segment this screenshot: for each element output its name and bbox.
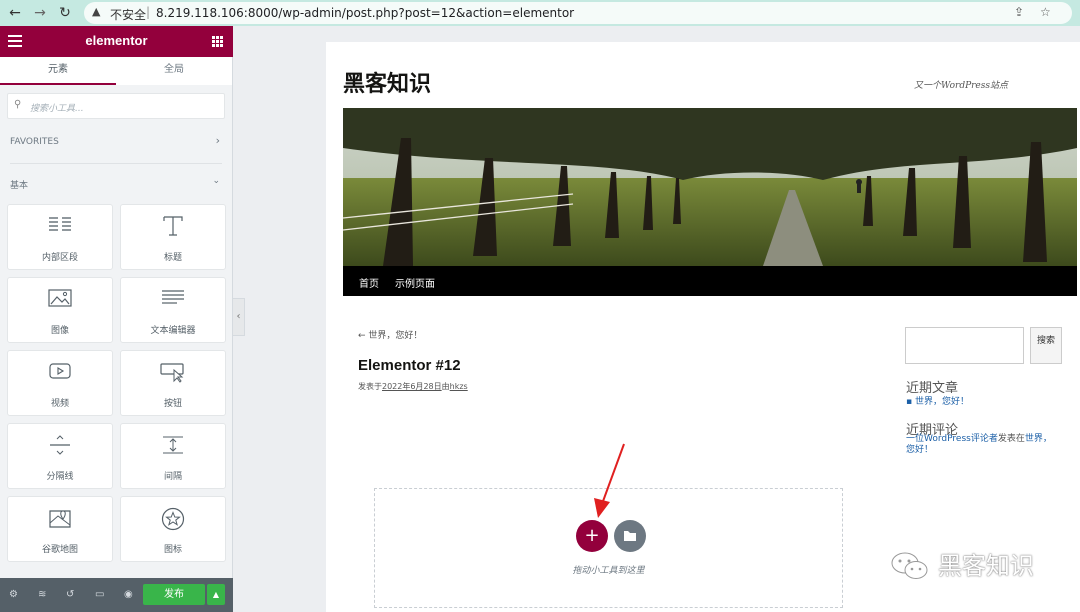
bookmark-star-icon[interactable]: ☆	[1040, 5, 1051, 19]
widget-heading[interactable]: 标题	[120, 204, 226, 270]
annotation-arrow-icon	[594, 443, 625, 518]
panel-tabs: 元素 全局	[0, 57, 233, 85]
comment-post-link-cont[interactable]: 您好！	[906, 445, 933, 455]
widget-text-editor[interactable]: 文本编辑器	[120, 277, 226, 343]
basic-section-label[interactable]: 基本	[10, 178, 28, 191]
divider	[10, 163, 222, 164]
apps-grid-icon[interactable]	[212, 36, 223, 47]
google-maps-icon	[8, 507, 112, 531]
sidebar-search-button[interactable]: 搜索	[1030, 327, 1062, 364]
nav-item-sample-page[interactable]: 示例页面	[395, 275, 435, 290]
sidebar-search-input[interactable]	[905, 327, 1024, 364]
panel-header: elementor	[0, 26, 233, 57]
recent-post-link[interactable]: ▪ 世界，您好！	[906, 394, 969, 407]
button-icon	[121, 361, 225, 385]
widget-button[interactable]: 按钮	[120, 350, 226, 416]
back-arrow-icon[interactable]: ←	[5, 3, 25, 23]
meta-prefix: 发表于	[358, 382, 382, 391]
inner-section-icon	[8, 215, 112, 239]
recent-comment: 一位WordPress评论者发表在世界， 您好！	[906, 434, 1066, 456]
settings-gear-icon[interactable]: ⚙	[9, 589, 18, 600]
meta-by: 由	[441, 382, 450, 391]
comment-post-link[interactable]: 世界，	[1025, 434, 1052, 444]
widget-divider[interactable]: 分隔线	[7, 423, 113, 489]
widget-label: 图标	[163, 545, 182, 555]
post-meta: 发表于2022年6月28日由hkzs	[358, 381, 468, 392]
previous-post-link[interactable]: ← 世界，您好！	[358, 328, 422, 341]
elementor-panel: elementor 元素 全局 ⚲ 搜索小工具... FAVORITES › 基…	[0, 26, 233, 612]
security-status: 不安全	[110, 8, 147, 22]
divider-icon	[8, 434, 112, 458]
site-tagline: 又一个WordPress站点	[913, 81, 1008, 91]
widget-label: 标题	[163, 253, 182, 263]
history-icon[interactable]: ↺	[66, 589, 74, 600]
widget-label: 间隔	[163, 472, 182, 482]
wechat-logo-icon	[891, 552, 928, 579]
site-title[interactable]: 黑客知识	[343, 66, 431, 98]
layers-icon[interactable]: ≋	[38, 589, 46, 600]
widget-icon[interactable]: 图标	[120, 496, 226, 562]
widget-label: 图像	[50, 326, 69, 336]
warning-triangle-icon: ▲	[92, 5, 101, 18]
video-icon	[8, 361, 112, 385]
nav-item-home[interactable]: 首页	[359, 275, 379, 290]
publish-options-caret-icon[interactable]: ▲	[207, 584, 225, 605]
collapse-panel-chevron-icon[interactable]: ‹	[233, 298, 245, 336]
site-nav-bar: 首页 示例页面	[343, 266, 1077, 296]
drop-zone-hint: 拖动小工具到这里	[572, 566, 645, 576]
widget-google-maps[interactable]: 谷歌地图	[7, 496, 113, 562]
chevron-right-icon[interactable]: ›	[216, 134, 220, 147]
post-author-link[interactable]: hkzs	[450, 382, 468, 391]
widget-spacer[interactable]: 间隔	[120, 423, 226, 489]
elementor-logo: elementor	[85, 33, 148, 48]
text-editor-icon	[121, 288, 225, 312]
publish-button[interactable]: 发布	[143, 584, 205, 605]
widget-label: 文本编辑器	[150, 326, 196, 336]
share-icon[interactable]: ⇪	[1014, 5, 1024, 19]
preview-eye-icon[interactable]: ◉	[124, 589, 133, 600]
tab-global[interactable]: 全局	[116, 57, 232, 85]
forward-arrow-icon[interactable]: →	[30, 3, 50, 23]
favorites-section-label[interactable]: FAVORITES	[10, 137, 59, 147]
panel-footer: ⚙ ≋ ↺ ▭ ◉ 发布 ▲	[0, 578, 233, 612]
widget-image[interactable]: 图像	[7, 277, 113, 343]
browser-toolbar: ← → ↻ ▲ 不安全 | 8.219.118.106:8000/wp-admi…	[0, 0, 1080, 26]
star-icon	[121, 507, 225, 531]
image-icon	[8, 288, 112, 312]
separator: |	[146, 5, 151, 19]
header-image	[343, 108, 1077, 266]
widget-label: 分隔线	[46, 472, 74, 482]
widget-inner-section[interactable]: 内部区段	[7, 204, 113, 270]
widget-search-input[interactable]: ⚲ 搜索小工具...	[7, 93, 225, 119]
search-icon: ⚲	[14, 99, 22, 110]
url-text[interactable]: 8.219.118.106:8000/wp-admin/post.php?pos…	[156, 6, 574, 20]
comment-author-link[interactable]: 一位WordPress评论者	[906, 434, 998, 444]
responsive-icon[interactable]: ▭	[95, 589, 104, 600]
widget-label: 视频	[50, 399, 69, 409]
widget-label: 按钮	[163, 399, 182, 409]
chevron-down-icon[interactable]: ⌄	[212, 176, 220, 186]
watermark-text: 黑客知识	[938, 552, 1034, 580]
page-preview: 黑客知识 又一个WordPress站点 首页 示例页面 ← 世界，您好！ Ele…	[326, 42, 1080, 612]
post-date-link[interactable]: 2022年6月28日	[382, 382, 442, 391]
search-placeholder: 搜索小工具...	[30, 104, 84, 114]
widget-label: 谷歌地图	[41, 545, 78, 555]
comment-text: 发表在	[997, 434, 1025, 444]
widget-video[interactable]: 视频	[7, 350, 113, 416]
heading-icon	[121, 215, 225, 239]
reload-icon[interactable]: ↻	[55, 3, 75, 23]
tab-elements[interactable]: 元素	[0, 57, 116, 85]
spacer-icon	[121, 434, 225, 458]
post-title: Elementor #12	[358, 357, 461, 374]
recent-post-link-text[interactable]: 世界，您好！	[915, 397, 969, 407]
add-section-plus-icon[interactable]: +	[576, 520, 608, 552]
address-bar[interactable]: ▲ 不安全 | 8.219.118.106:8000/wp-admin/post…	[84, 2, 1072, 24]
template-library-folder-icon[interactable]	[614, 520, 646, 552]
widget-label: 内部区段	[41, 253, 78, 263]
